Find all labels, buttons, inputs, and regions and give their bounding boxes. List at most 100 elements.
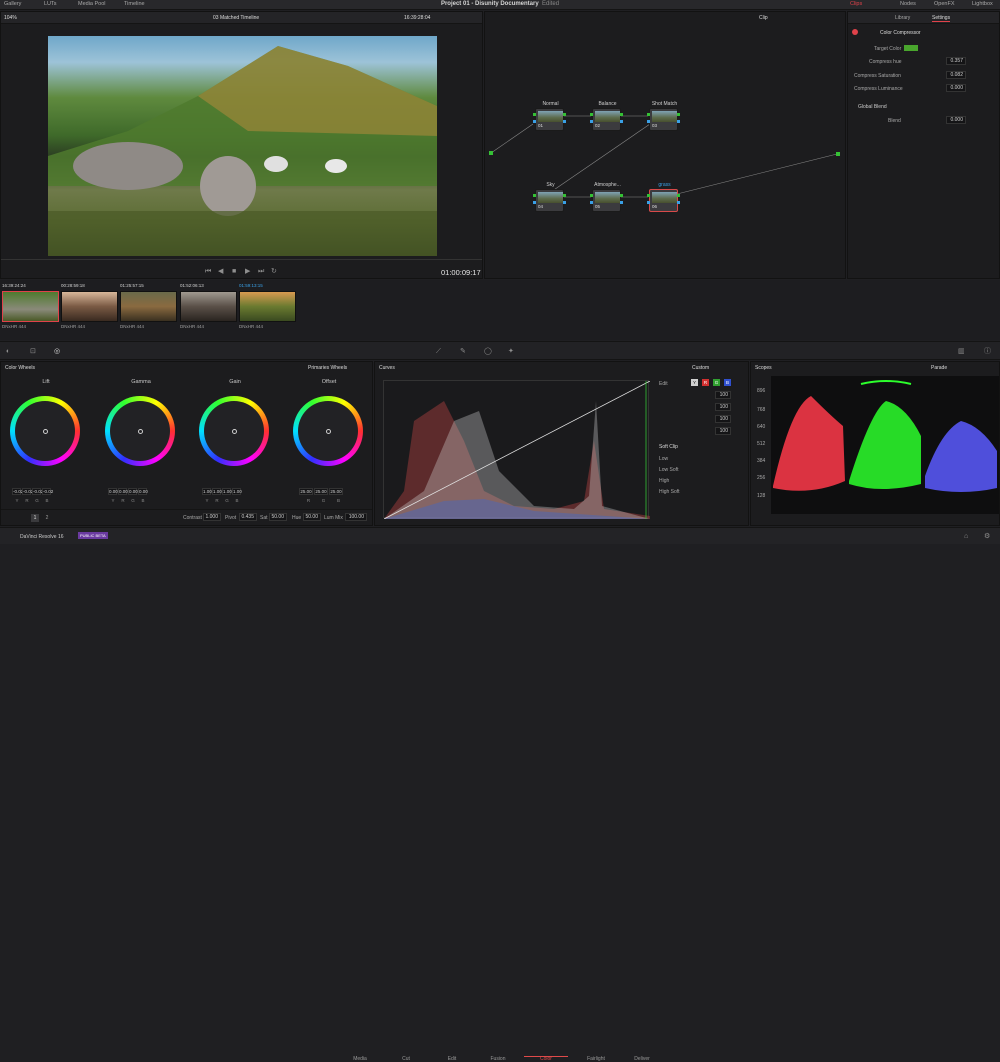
gain-values: 1.001.001.001.00 — [202, 488, 242, 495]
clips-strip: 16:39:24:24 DNxHR 444 00:28:59:18 DNxHR 44… — [0, 280, 1000, 340]
gain-b[interactable]: 1.00 — [232, 488, 242, 495]
color-wheels-icon[interactable]: ◎ — [54, 348, 60, 355]
node-sky[interactable]: Sky 04 — [533, 182, 566, 212]
channel-intensity-r[interactable]: 100 — [715, 403, 731, 411]
tab-clips[interactable]: Clips — [850, 1, 862, 7]
channel-g-toggle[interactable]: G — [713, 379, 720, 386]
playhead-timecode: 01:00:09:17 — [441, 268, 481, 277]
offset-wheel[interactable] — [293, 396, 363, 466]
output-node-icon[interactable] — [836, 152, 840, 156]
gamma-g[interactable]: 0.00 — [128, 488, 138, 495]
offset-g[interactable]: 25.00 — [314, 488, 328, 495]
hue-field[interactable]: 50.00 — [303, 513, 321, 521]
curves-icon[interactable]: ⟋ — [436, 348, 441, 355]
wheels-mode-select[interactable]: Primaries Wheels — [308, 365, 347, 371]
skip-forward-icon[interactable]: ⏭ — [258, 268, 264, 275]
channel-b-toggle[interactable]: B — [724, 379, 731, 386]
gamma-wheel[interactable] — [105, 396, 175, 466]
clip-thumbnail[interactable]: 01:25:57:15 DNxHR 444 — [120, 283, 178, 329]
clip-thumbnail[interactable]: 16:39:24:24 DNxHR 444 — [2, 283, 60, 329]
home-icon[interactable]: ⌂ — [964, 533, 968, 540]
loop-icon[interactable]: ↻ — [271, 268, 277, 275]
color-match-icon[interactable]: ⊡ — [30, 348, 36, 355]
page-1-button[interactable]: 1 — [31, 514, 39, 522]
gamma-y[interactable]: 0.00 — [108, 488, 118, 495]
lift-r[interactable]: -0.02 — [22, 488, 33, 495]
timeline-name[interactable]: 03 Matched Timeline — [213, 15, 259, 21]
global-blend-section[interactable]: Global Blend — [858, 104, 887, 110]
contrast-field[interactable]: 1.000 — [203, 513, 221, 521]
channel-y: Y — [111, 498, 115, 503]
sat-field[interactable]: 50.00 — [269, 513, 287, 521]
offset-b[interactable]: 25.00 — [329, 488, 343, 495]
viewer-header: 104% 03 Matched Timeline 16:39:28:04 — [1, 12, 482, 24]
gain-r[interactable]: 1.00 — [212, 488, 222, 495]
gain-g[interactable]: 1.00 — [222, 488, 232, 495]
scrubber-line[interactable] — [1, 259, 482, 260]
channel-intensity-b[interactable]: 100 — [715, 427, 731, 435]
zoom-level[interactable]: 104% — [4, 15, 17, 21]
plugin-enable-toggle[interactable] — [852, 29, 858, 35]
scopes-icon[interactable]: ▥ — [958, 348, 965, 355]
window-icon[interactable]: ◯ — [484, 348, 492, 355]
offset-r[interactable]: 25.00 — [299, 488, 313, 495]
lift-y[interactable]: -0.02 — [12, 488, 23, 495]
skip-back-icon[interactable]: ⏮ — [205, 268, 211, 275]
blend-field[interactable]: 0.000 — [946, 116, 966, 124]
lum-mix-field[interactable]: 100.00 — [345, 513, 367, 521]
channel-y-toggle[interactable]: Y — [691, 379, 698, 386]
node-shot-match[interactable]: Shot Match 03 — [647, 101, 680, 131]
curve-graph[interactable] — [383, 380, 650, 519]
scopes-mode-select[interactable]: Parade — [931, 365, 947, 371]
play-icon[interactable]: ▶ — [245, 268, 250, 275]
beta-badge: PUBLIC BETA — [78, 532, 108, 539]
channel-r-toggle[interactable]: R — [702, 379, 709, 386]
target-color-swatch[interactable] — [904, 45, 918, 51]
tracker-icon[interactable]: ✦ — [508, 348, 514, 355]
compress-hue-field[interactable]: 0.357 — [946, 57, 966, 65]
compress-saturation-label: Compress Saturation — [854, 73, 901, 79]
reverse-play-icon[interactable]: ◀ — [218, 268, 223, 275]
clip-thumbnail[interactable]: 01:52:06:13 DNxHR 444 — [180, 283, 238, 329]
contrast-label: Contrast — [183, 515, 202, 521]
pivot-field[interactable]: 0.435 — [239, 513, 257, 521]
clip-thumbnail[interactable]: 00:28:59:18 DNxHR 444 — [61, 283, 119, 329]
soft-clip-high: High — [659, 478, 670, 484]
page-2-button[interactable]: 2 — [43, 514, 51, 522]
channel-intensity-y[interactable]: 100 — [715, 391, 731, 399]
gear-icon[interactable]: ⚙ — [984, 533, 990, 540]
node-grass[interactable]: grass 06 — [647, 182, 680, 212]
info-icon[interactable]: ⓘ — [984, 348, 991, 355]
node-normal[interactable]: Normal 01 — [533, 101, 566, 131]
tab-lightbox[interactable]: Lightbox — [972, 1, 993, 7]
gain-y[interactable]: 1.00 — [202, 488, 212, 495]
tab-library[interactable]: Library — [895, 15, 910, 21]
curves-mode-select[interactable]: Custom — [692, 365, 709, 371]
top-bar: Gallery LUTs Media Pool Timeline Project… — [0, 0, 1000, 10]
stop-icon[interactable]: ■ — [232, 268, 236, 275]
compress-saturation-field[interactable]: 0.082 — [946, 71, 966, 79]
channel-intensity-g[interactable]: 100 — [715, 415, 731, 423]
gamma-r[interactable]: 0.00 — [118, 488, 128, 495]
viewer-timecode: 16:39:28:04 — [404, 15, 431, 21]
clip-thumbnail[interactable]: 01:59:13:15 DNxHR 444 — [239, 283, 297, 329]
gamma-b[interactable]: 0.00 — [138, 488, 148, 495]
lift-wheel[interactable] — [10, 396, 80, 466]
node-balance[interactable]: Balance 02 — [590, 101, 623, 131]
channel-r: R — [121, 498, 125, 503]
tab-openfx[interactable]: OpenFX — [934, 1, 954, 7]
gain-wheel[interactable] — [199, 396, 269, 466]
compress-luminance-field[interactable]: 0.000 — [946, 84, 966, 92]
clip-tc: 01:59:13:15 — [239, 283, 263, 288]
tab-nodes[interactable]: Nodes — [900, 1, 916, 7]
qualifier-icon[interactable]: ✎ — [460, 348, 466, 355]
channel-y: Y — [15, 498, 19, 503]
lift-g[interactable]: -0.02 — [32, 488, 43, 495]
lift-b[interactable]: -0.02 — [42, 488, 53, 495]
node-atmosphere[interactable]: Atmosphe... 05 — [590, 182, 623, 212]
input-node-icon[interactable] — [489, 151, 493, 155]
camera-raw-icon[interactable]: ◐ — [6, 348, 10, 355]
page-color[interactable]: Color — [524, 1056, 568, 1062]
node-label: Sky — [546, 182, 555, 188]
tab-settings[interactable]: Settings — [932, 15, 951, 22]
